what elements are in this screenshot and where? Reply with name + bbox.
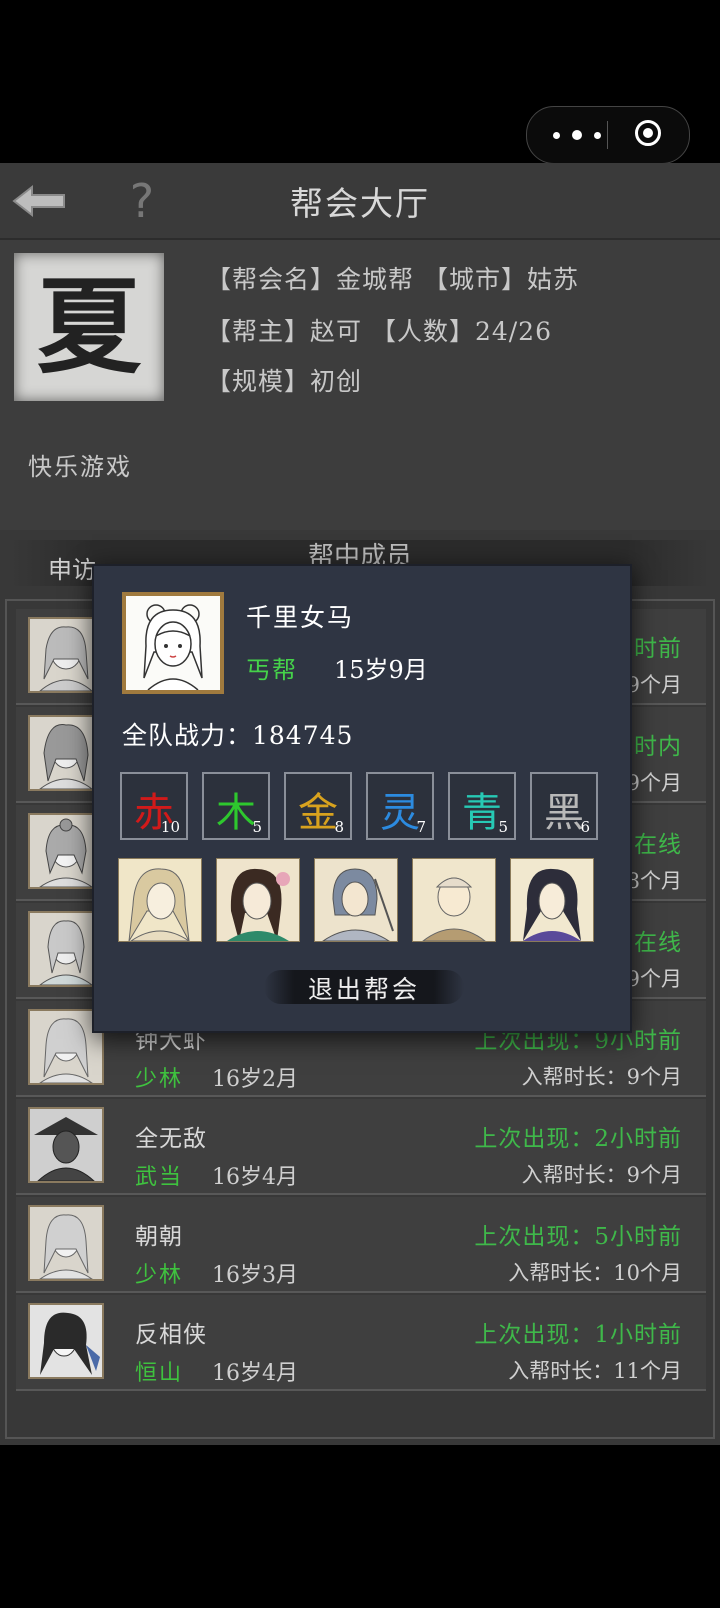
member-join-duration: 9个月 (626, 771, 682, 795)
member-age: 16岁2月 (212, 1067, 298, 1092)
member-last-seen: 时内 (634, 734, 682, 760)
member-sect: 恒山 (135, 1361, 184, 1386)
element-badge-gold: 金 8 (284, 772, 352, 840)
member-row[interactable]: 反相侠 恒山 16岁4月 上次出现：1小时前 入帮时长：11个月 (16, 1295, 706, 1391)
team-member-portrait[interactable] (412, 858, 496, 942)
status-bar (0, 0, 720, 164)
member-name: 朝朝 (135, 1224, 183, 1250)
member-row[interactable]: 全无敌 武当 16岁4月 上次出现：2小时前 入帮时长：9个月 (16, 1099, 706, 1195)
element-badge-cyan: 青 5 (448, 772, 516, 840)
member-sect: 武当 (135, 1165, 184, 1190)
element-badge-wood: 木 5 (202, 772, 270, 840)
member-join-duration: 8个月 (626, 869, 682, 893)
member-sect: 少林 (135, 1263, 184, 1288)
member-detail-sect: 丐帮 (246, 656, 298, 684)
more-icon[interactable] (553, 121, 601, 149)
member-age: 16岁4月 (212, 1165, 298, 1190)
member-last-seen: 上次出现：1小时前 (474, 1322, 682, 1348)
element-badge-black: 黑 6 (530, 772, 598, 840)
member-avatar (28, 1303, 104, 1379)
team-member-portrait[interactable] (216, 858, 300, 942)
member-detail-popup: 千里女马 丐帮 15岁9月 全队战力：184745 赤 10 木 5 金 8 灵… (92, 564, 632, 1033)
miniprogram-capsule (526, 106, 690, 164)
member-join-duration: 入帮时长：9个月 (521, 1065, 682, 1089)
element-count: 8 (334, 818, 344, 836)
guild-emblem-char: 夏 (36, 265, 141, 388)
guild-emblem: 夏 (14, 253, 164, 401)
member-name: 反相侠 (135, 1322, 207, 1348)
member-name: 全无敌 (135, 1126, 207, 1152)
element-count: 7 (416, 818, 426, 836)
quit-guild-label: 退出帮会 (307, 975, 420, 1004)
member-join-duration: 入帮时长：11个月 (508, 1359, 682, 1383)
member-age: 16岁4月 (212, 1361, 298, 1386)
member-last-seen: 上次出现：2小时前 (474, 1126, 682, 1152)
element-count: 5 (252, 818, 262, 836)
member-age: 16岁3月 (212, 1263, 298, 1288)
guild-scale: 【规模】初创 (206, 367, 363, 396)
member-join-duration: 9个月 (626, 673, 682, 697)
member-detail-age: 15岁9月 (334, 656, 428, 684)
close-miniprogram-icon[interactable] (635, 120, 661, 146)
member-last-seen: 在线 (634, 832, 682, 858)
element-badge-spirit: 灵 7 (366, 772, 434, 840)
member-avatar (28, 1205, 104, 1281)
guild-info-panel: 夏 【帮会名】金城帮 【城市】姑苏 【帮主】赵可 【人数】24/26 【规模】初… (0, 240, 720, 530)
element-count: 5 (498, 818, 508, 836)
element-badges: 赤 10 木 5 金 8 灵 7 青 5 黑 6 (120, 772, 600, 842)
team-member-portrait[interactable] (118, 858, 202, 942)
header-bar: ? 帮会大厅 (0, 163, 720, 240)
member-row[interactable]: 朝朝 少林 16岁3月 上次出现：5小时前 入帮时长：10个月 (16, 1197, 706, 1293)
member-join-duration: 入帮时长：10个月 (508, 1261, 682, 1285)
capsule-divider (607, 121, 608, 149)
bottom-blank (0, 1445, 720, 1608)
team-member-portrait[interactable] (314, 858, 398, 942)
member-detail-name: 千里女马 (246, 603, 355, 632)
guild-name-city: 【帮会名】金城帮 【城市】姑苏 (206, 265, 579, 294)
element-badge-red: 赤 10 (120, 772, 188, 840)
member-last-seen: 上次出现：5小时前 (474, 1224, 682, 1250)
team-portraits (118, 858, 598, 944)
guild-leader-count: 【帮主】赵可 【人数】24/26 (206, 317, 552, 346)
member-sect: 少林 (135, 1067, 184, 1092)
quit-guild-button[interactable]: 退出帮会 (264, 962, 464, 1010)
page-title: 帮会大厅 (290, 184, 430, 223)
guild-motto: 快乐游戏 (28, 453, 132, 481)
member-last-seen: 时前 (634, 636, 682, 662)
member-portrait (122, 592, 224, 694)
member-last-seen: 在线 (634, 930, 682, 956)
member-join-duration: 入帮时长：9个月 (521, 1163, 682, 1187)
element-count: 10 (160, 818, 180, 836)
team-power: 全队战力：184745 (122, 721, 354, 750)
member-join-duration: 9个月 (626, 967, 682, 991)
element-count: 6 (580, 818, 590, 836)
team-member-portrait[interactable] (510, 858, 594, 942)
member-avatar (28, 1107, 104, 1183)
